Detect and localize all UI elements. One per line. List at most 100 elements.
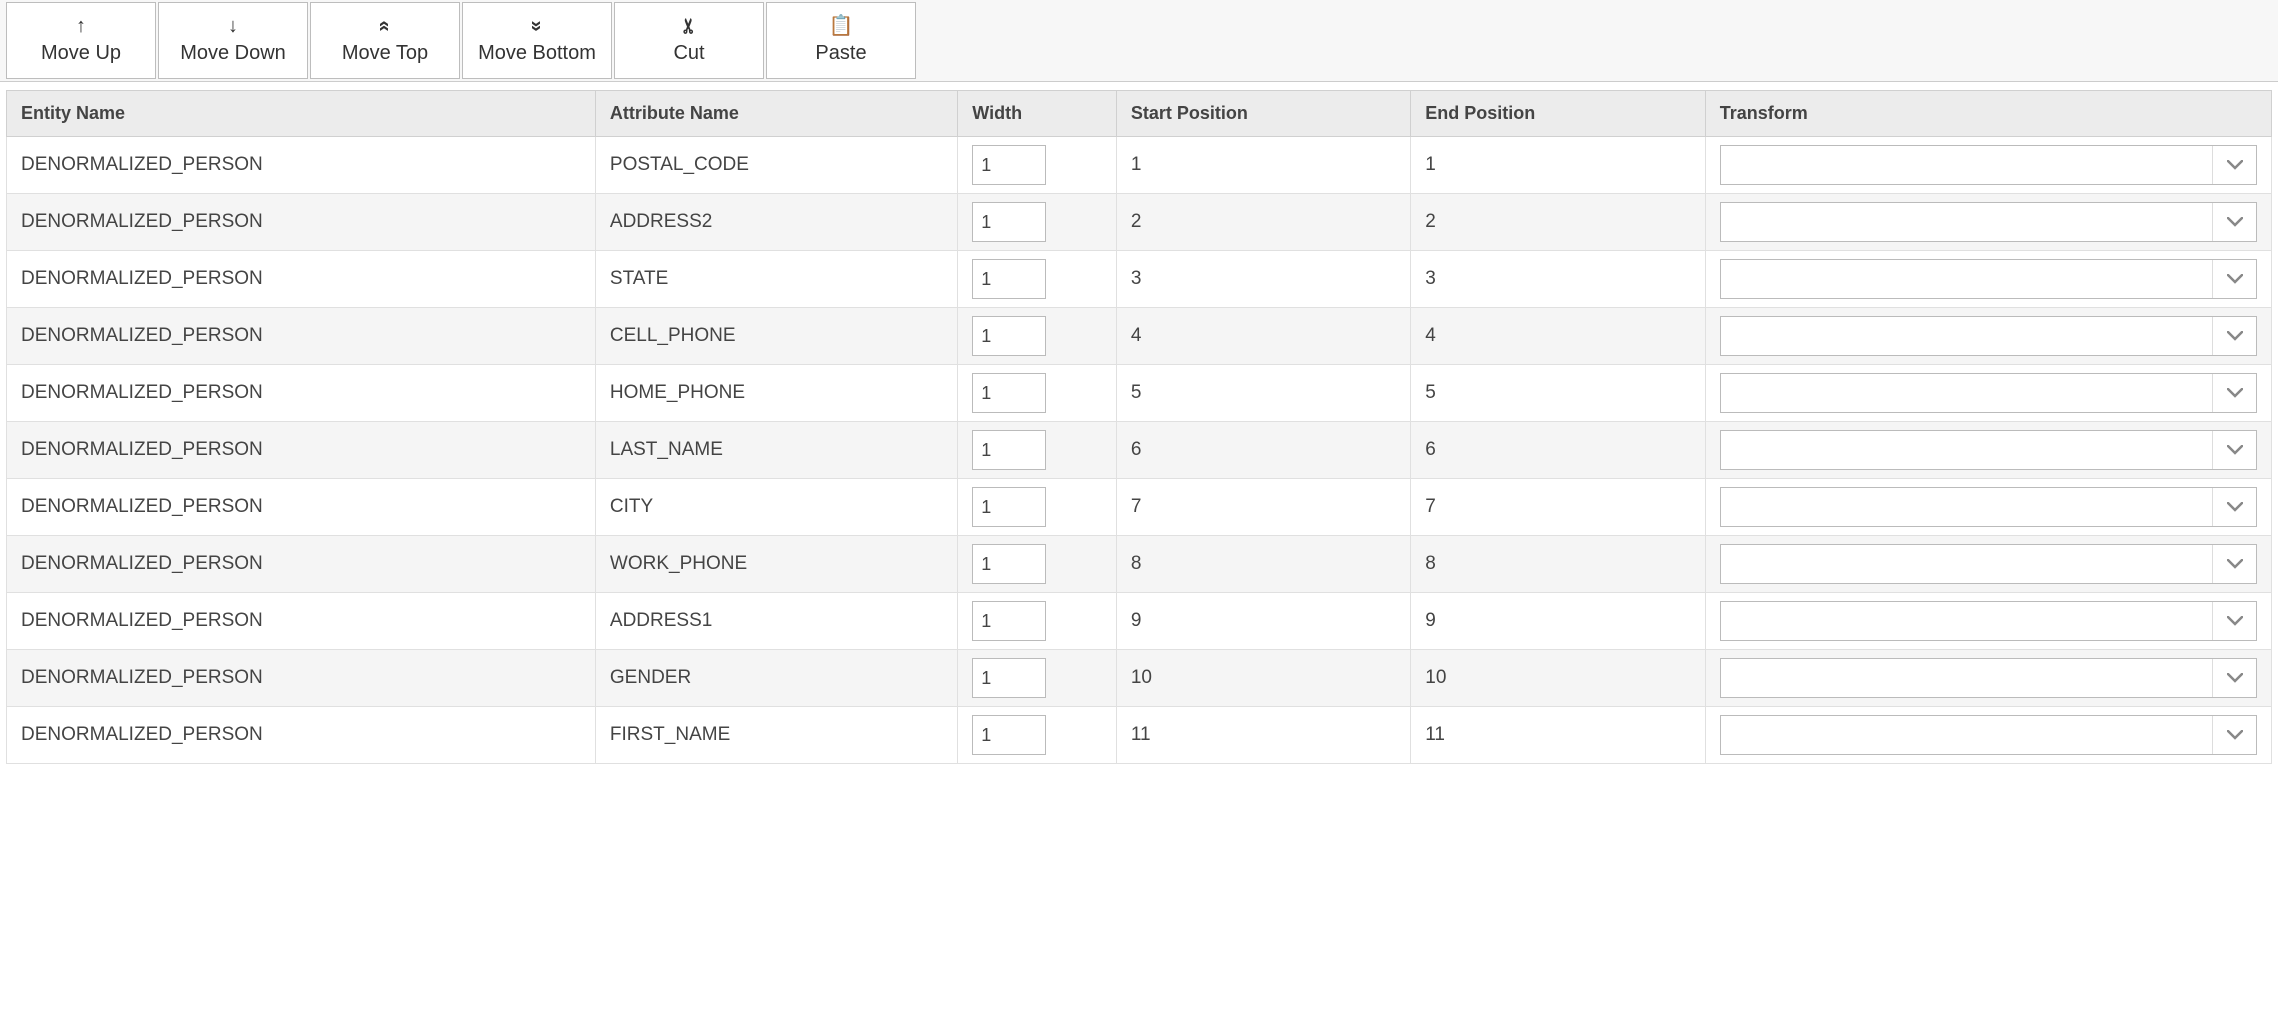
cell-entity-name: DENORMALIZED_PERSON (7, 707, 596, 764)
cell-entity-name: DENORMALIZED_PERSON (7, 251, 596, 308)
transform-select[interactable] (1720, 430, 2257, 470)
move-bottom-label: Move Bottom (478, 42, 596, 65)
cell-entity-name: DENORMALIZED_PERSON (7, 422, 596, 479)
move-bottom-button[interactable]: » Move Bottom (462, 2, 612, 79)
cell-end-position: 11 (1411, 707, 1705, 764)
clipboard-icon: 📋 (829, 16, 854, 36)
transform-select[interactable] (1720, 259, 2257, 299)
col-entity-name[interactable]: Entity Name (7, 91, 596, 137)
cell-transform (1705, 422, 2271, 479)
width-input[interactable] (972, 373, 1046, 413)
cell-transform (1705, 194, 2271, 251)
table-row[interactable]: DENORMALIZED_PERSONPOSTAL_CODE11 (7, 137, 2272, 194)
cell-attribute-name: FIRST_NAME (595, 707, 957, 764)
cell-attribute-name: GENDER (595, 650, 957, 707)
paste-button[interactable]: 📋 Paste (766, 2, 916, 79)
cell-attribute-name: CITY (595, 479, 957, 536)
col-width[interactable]: Width (958, 91, 1117, 137)
table-row[interactable]: DENORMALIZED_PERSONCELL_PHONE44 (7, 308, 2272, 365)
cell-entity-name: DENORMALIZED_PERSON (7, 593, 596, 650)
cell-start-position: 7 (1116, 479, 1410, 536)
chevron-down-icon (2212, 203, 2256, 241)
cell-width (958, 593, 1117, 650)
width-input[interactable] (972, 145, 1046, 185)
table-row[interactable]: DENORMALIZED_PERSONFIRST_NAME1111 (7, 707, 2272, 764)
move-up-button[interactable]: ↑ Move Up (6, 2, 156, 79)
transform-select[interactable] (1720, 316, 2257, 356)
table-row[interactable]: DENORMALIZED_PERSONLAST_NAME66 (7, 422, 2272, 479)
width-input[interactable] (972, 202, 1046, 242)
transform-select[interactable] (1720, 658, 2257, 698)
move-top-label: Move Top (342, 42, 428, 65)
transform-select[interactable] (1720, 601, 2257, 641)
table-row[interactable]: DENORMALIZED_PERSONSTATE 33 (7, 251, 2272, 308)
cell-width (958, 308, 1117, 365)
width-input[interactable] (972, 487, 1046, 527)
cell-transform (1705, 365, 2271, 422)
cell-transform (1705, 707, 2271, 764)
arrow-up-icon: ↑ (76, 16, 86, 36)
arrow-down-icon: ↓ (228, 16, 238, 36)
table-row[interactable]: DENORMALIZED_PERSONCITY77 (7, 479, 2272, 536)
cell-transform (1705, 479, 2271, 536)
table-row[interactable]: DENORMALIZED_PERSONADDRESS222 (7, 194, 2272, 251)
col-attribute-name[interactable]: Attribute Name (595, 91, 957, 137)
cell-entity-name: DENORMALIZED_PERSON (7, 194, 596, 251)
cell-attribute-name: WORK_PHONE (595, 536, 957, 593)
cell-width (958, 707, 1117, 764)
table-header-row: Entity Name Attribute Name Width Start P… (7, 91, 2272, 137)
cell-width (958, 650, 1117, 707)
cell-end-position: 7 (1411, 479, 1705, 536)
chevron-down-icon (2212, 146, 2256, 184)
toolbar: ↑ Move Up ↓ Move Down « Move Top » Move … (0, 0, 2278, 82)
move-down-label: Move Down (180, 42, 286, 65)
width-input[interactable] (972, 430, 1046, 470)
width-input[interactable] (972, 544, 1046, 584)
transform-select[interactable] (1720, 544, 2257, 584)
width-input[interactable] (972, 259, 1046, 299)
transform-select[interactable] (1720, 145, 2257, 185)
col-end-position[interactable]: End Position (1411, 91, 1705, 137)
table-row[interactable]: DENORMALIZED_PERSONWORK_PHONE88 (7, 536, 2272, 593)
cell-transform (1705, 650, 2271, 707)
cell-end-position: 10 (1411, 650, 1705, 707)
scissors-icon: ✂ (679, 18, 699, 35)
cell-width (958, 422, 1117, 479)
cell-width (958, 365, 1117, 422)
cell-start-position: 3 (1116, 251, 1410, 308)
chevron-down-icon (2212, 431, 2256, 469)
cell-start-position: 10 (1116, 650, 1410, 707)
table-row[interactable]: DENORMALIZED_PERSONGENDER1010 (7, 650, 2272, 707)
cell-end-position: 4 (1411, 308, 1705, 365)
move-top-button[interactable]: « Move Top (310, 2, 460, 79)
move-up-label: Move Up (41, 42, 121, 65)
cell-end-position: 5 (1411, 365, 1705, 422)
table-row[interactable]: DENORMALIZED_PERSONHOME_PHONE55 (7, 365, 2272, 422)
cell-attribute-name: ADDRESS1 (595, 593, 957, 650)
cell-start-position: 9 (1116, 593, 1410, 650)
cut-button[interactable]: ✂ Cut (614, 2, 764, 79)
cell-start-position: 6 (1116, 422, 1410, 479)
transform-select[interactable] (1720, 202, 2257, 242)
cell-end-position: 3 (1411, 251, 1705, 308)
col-transform[interactable]: Transform (1705, 91, 2271, 137)
table-row[interactable]: DENORMALIZED_PERSONADDRESS199 (7, 593, 2272, 650)
cell-attribute-name: ADDRESS2 (595, 194, 957, 251)
col-start-position[interactable]: Start Position (1116, 91, 1410, 137)
cell-width (958, 536, 1117, 593)
cell-transform (1705, 251, 2271, 308)
width-input[interactable] (972, 715, 1046, 755)
transform-select[interactable] (1720, 487, 2257, 527)
cell-transform (1705, 308, 2271, 365)
cell-attribute-name: STATE (595, 251, 957, 308)
width-input[interactable] (972, 601, 1046, 641)
cell-start-position: 4 (1116, 308, 1410, 365)
cell-attribute-name: POSTAL_CODE (595, 137, 957, 194)
width-input[interactable] (972, 316, 1046, 356)
transform-select[interactable] (1720, 373, 2257, 413)
cell-entity-name: DENORMALIZED_PERSON (7, 365, 596, 422)
chevron-down-icon (2212, 260, 2256, 298)
move-down-button[interactable]: ↓ Move Down (158, 2, 308, 79)
width-input[interactable] (972, 658, 1046, 698)
transform-select[interactable] (1720, 715, 2257, 755)
